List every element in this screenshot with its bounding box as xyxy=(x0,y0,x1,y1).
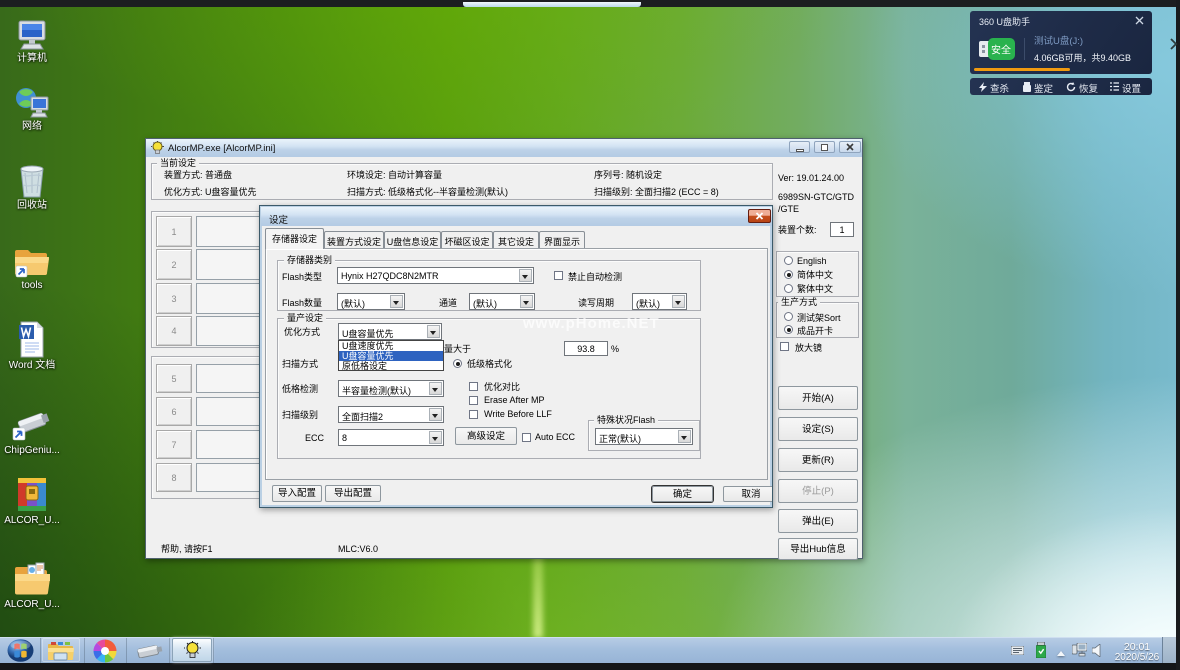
svg-text:安全: 安全 xyxy=(991,42,1011,57)
